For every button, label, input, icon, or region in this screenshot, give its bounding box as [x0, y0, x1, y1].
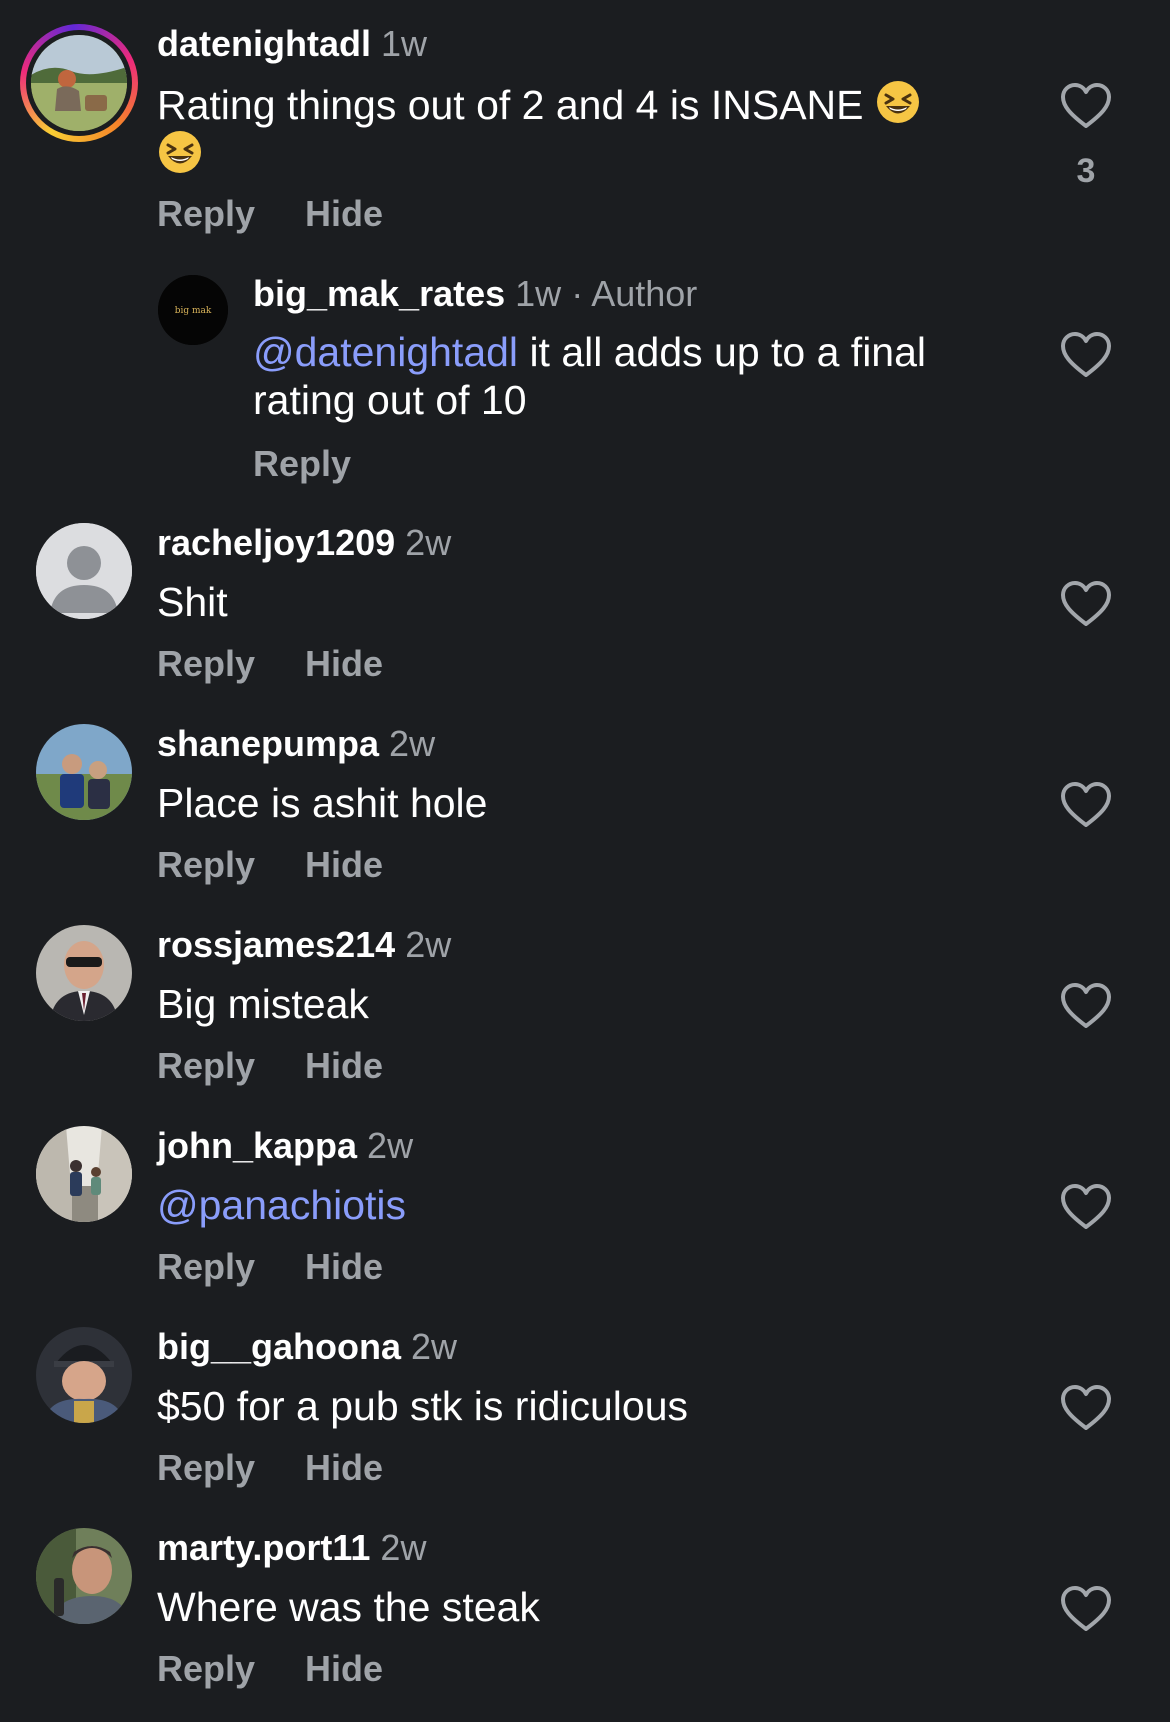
timestamp: 1w — [515, 273, 562, 314]
heart-icon[interactable] — [1060, 1384, 1112, 1432]
default-user-icon — [36, 523, 132, 619]
comment-text-body: Shit — [157, 579, 228, 625]
comment-text-body: Rating things out of 2 and 4 is INSANE — [157, 82, 864, 128]
hide-button[interactable]: Hide — [305, 642, 383, 686]
avatar[interactable]: big mak — [158, 275, 228, 345]
comment-actions: Reply Hide — [157, 192, 383, 236]
reply-button[interactable]: Reply — [157, 642, 255, 686]
avatar[interactable] — [36, 1327, 132, 1423]
username[interactable]: rossjames214 — [157, 924, 395, 965]
comment-text: @datenightadl it all adds up to a final … — [253, 328, 1033, 424]
comment-header: rossjames214 2w — [157, 923, 451, 967]
comment-text-body: $50 for a pub stk is ridiculous — [157, 1383, 688, 1429]
comment-text-body: Big misteak — [157, 981, 369, 1027]
comment-header: john_kappa 2w — [157, 1124, 413, 1168]
avatar[interactable] — [36, 724, 132, 820]
hide-button[interactable]: Hide — [305, 1245, 383, 1289]
timestamp: 2w — [411, 1326, 458, 1367]
reply-button[interactable]: Reply — [157, 1446, 255, 1490]
reply-button[interactable]: Reply — [157, 1044, 255, 1088]
comment-header: big_mak_rates 1w · Author — [253, 272, 697, 316]
grinning-squinting-face-icon — [157, 129, 203, 175]
reply-button[interactable]: Reply — [157, 192, 255, 236]
timestamp: 2w — [405, 522, 452, 563]
reply-button[interactable]: Reply — [157, 1647, 255, 1691]
heart-icon[interactable] — [1060, 82, 1112, 130]
timestamp: 2w — [389, 723, 436, 764]
comment-actions: Reply Hide — [157, 1446, 383, 1490]
comment-text: Shit — [157, 578, 1017, 626]
user-photo — [31, 35, 127, 131]
hide-button[interactable]: Hide — [305, 1044, 383, 1088]
avatar-logo-text: big mak — [175, 306, 212, 316]
timestamp: 2w — [405, 924, 452, 965]
comment-text: @panachiotis — [157, 1181, 1017, 1229]
heart-icon[interactable] — [1060, 580, 1112, 628]
comment-actions: Reply Hide — [157, 1044, 383, 1088]
reply-button[interactable]: Reply — [253, 442, 351, 486]
heart-icon[interactable] — [1060, 1183, 1112, 1231]
comment-actions: Reply Hide — [157, 1245, 383, 1289]
comment-actions: Reply Hide — [157, 843, 383, 887]
username[interactable]: racheljoy1209 — [157, 522, 395, 563]
comment-header: marty.port11 2w — [157, 1526, 426, 1570]
comment-text-body: Place is ashit hole — [157, 780, 488, 826]
heart-icon[interactable] — [1060, 982, 1112, 1030]
comment-text: Big misteak — [157, 980, 1017, 1028]
comment-text: Rating things out of 2 and 4 is INSANE — [157, 79, 1017, 179]
comment-text: $50 for a pub stk is ridiculous — [157, 1382, 1017, 1430]
author-badge: · Author — [571, 273, 698, 314]
timestamp: 2w — [367, 1125, 414, 1166]
grinning-squinting-face-icon — [875, 79, 921, 125]
reply-button[interactable]: Reply — [157, 843, 255, 887]
avatar[interactable] — [36, 523, 132, 619]
mention-link[interactable]: @datenightadl — [253, 329, 518, 375]
mention-link[interactable]: @panachiotis — [157, 1182, 406, 1228]
comment-header: shanepumpa 2w — [157, 722, 435, 766]
comment-text-body: Where was the steak — [157, 1584, 540, 1630]
avatar[interactable] — [20, 24, 138, 142]
heart-icon[interactable] — [1060, 331, 1112, 379]
username[interactable]: shanepumpa — [157, 723, 379, 764]
username[interactable]: john_kappa — [157, 1125, 357, 1166]
reply-button[interactable]: Reply — [157, 1245, 255, 1289]
hide-button[interactable]: Hide — [305, 1446, 383, 1490]
comment-actions: Reply Hide — [157, 1647, 383, 1691]
comment-text: Place is ashit hole — [157, 779, 1017, 827]
avatar[interactable] — [36, 925, 132, 1021]
avatar[interactable] — [36, 1126, 132, 1222]
comment-header: big__gahoona 2w — [157, 1325, 457, 1369]
username[interactable]: big_mak_rates — [253, 273, 505, 314]
hide-button[interactable]: Hide — [305, 843, 383, 887]
username[interactable]: marty.port11 — [157, 1527, 370, 1568]
heart-icon[interactable] — [1060, 781, 1112, 829]
heart-icon[interactable] — [1060, 1585, 1112, 1633]
like-count: 3 — [1076, 152, 1096, 190]
avatar[interactable] — [36, 1528, 132, 1624]
username[interactable]: datenightadl — [157, 23, 371, 64]
comment-actions: Reply — [253, 442, 351, 486]
comment-text: Where was the steak — [157, 1583, 1017, 1631]
hide-button[interactable]: Hide — [305, 1647, 383, 1691]
comment-header: racheljoy1209 2w — [157, 521, 451, 565]
username[interactable]: big__gahoona — [157, 1326, 401, 1367]
timestamp: 1w — [381, 23, 428, 64]
timestamp: 2w — [380, 1527, 427, 1568]
comment-actions: Reply Hide — [157, 642, 383, 686]
hide-button[interactable]: Hide — [305, 192, 383, 236]
comment-header: datenightadl 1w — [157, 22, 427, 66]
